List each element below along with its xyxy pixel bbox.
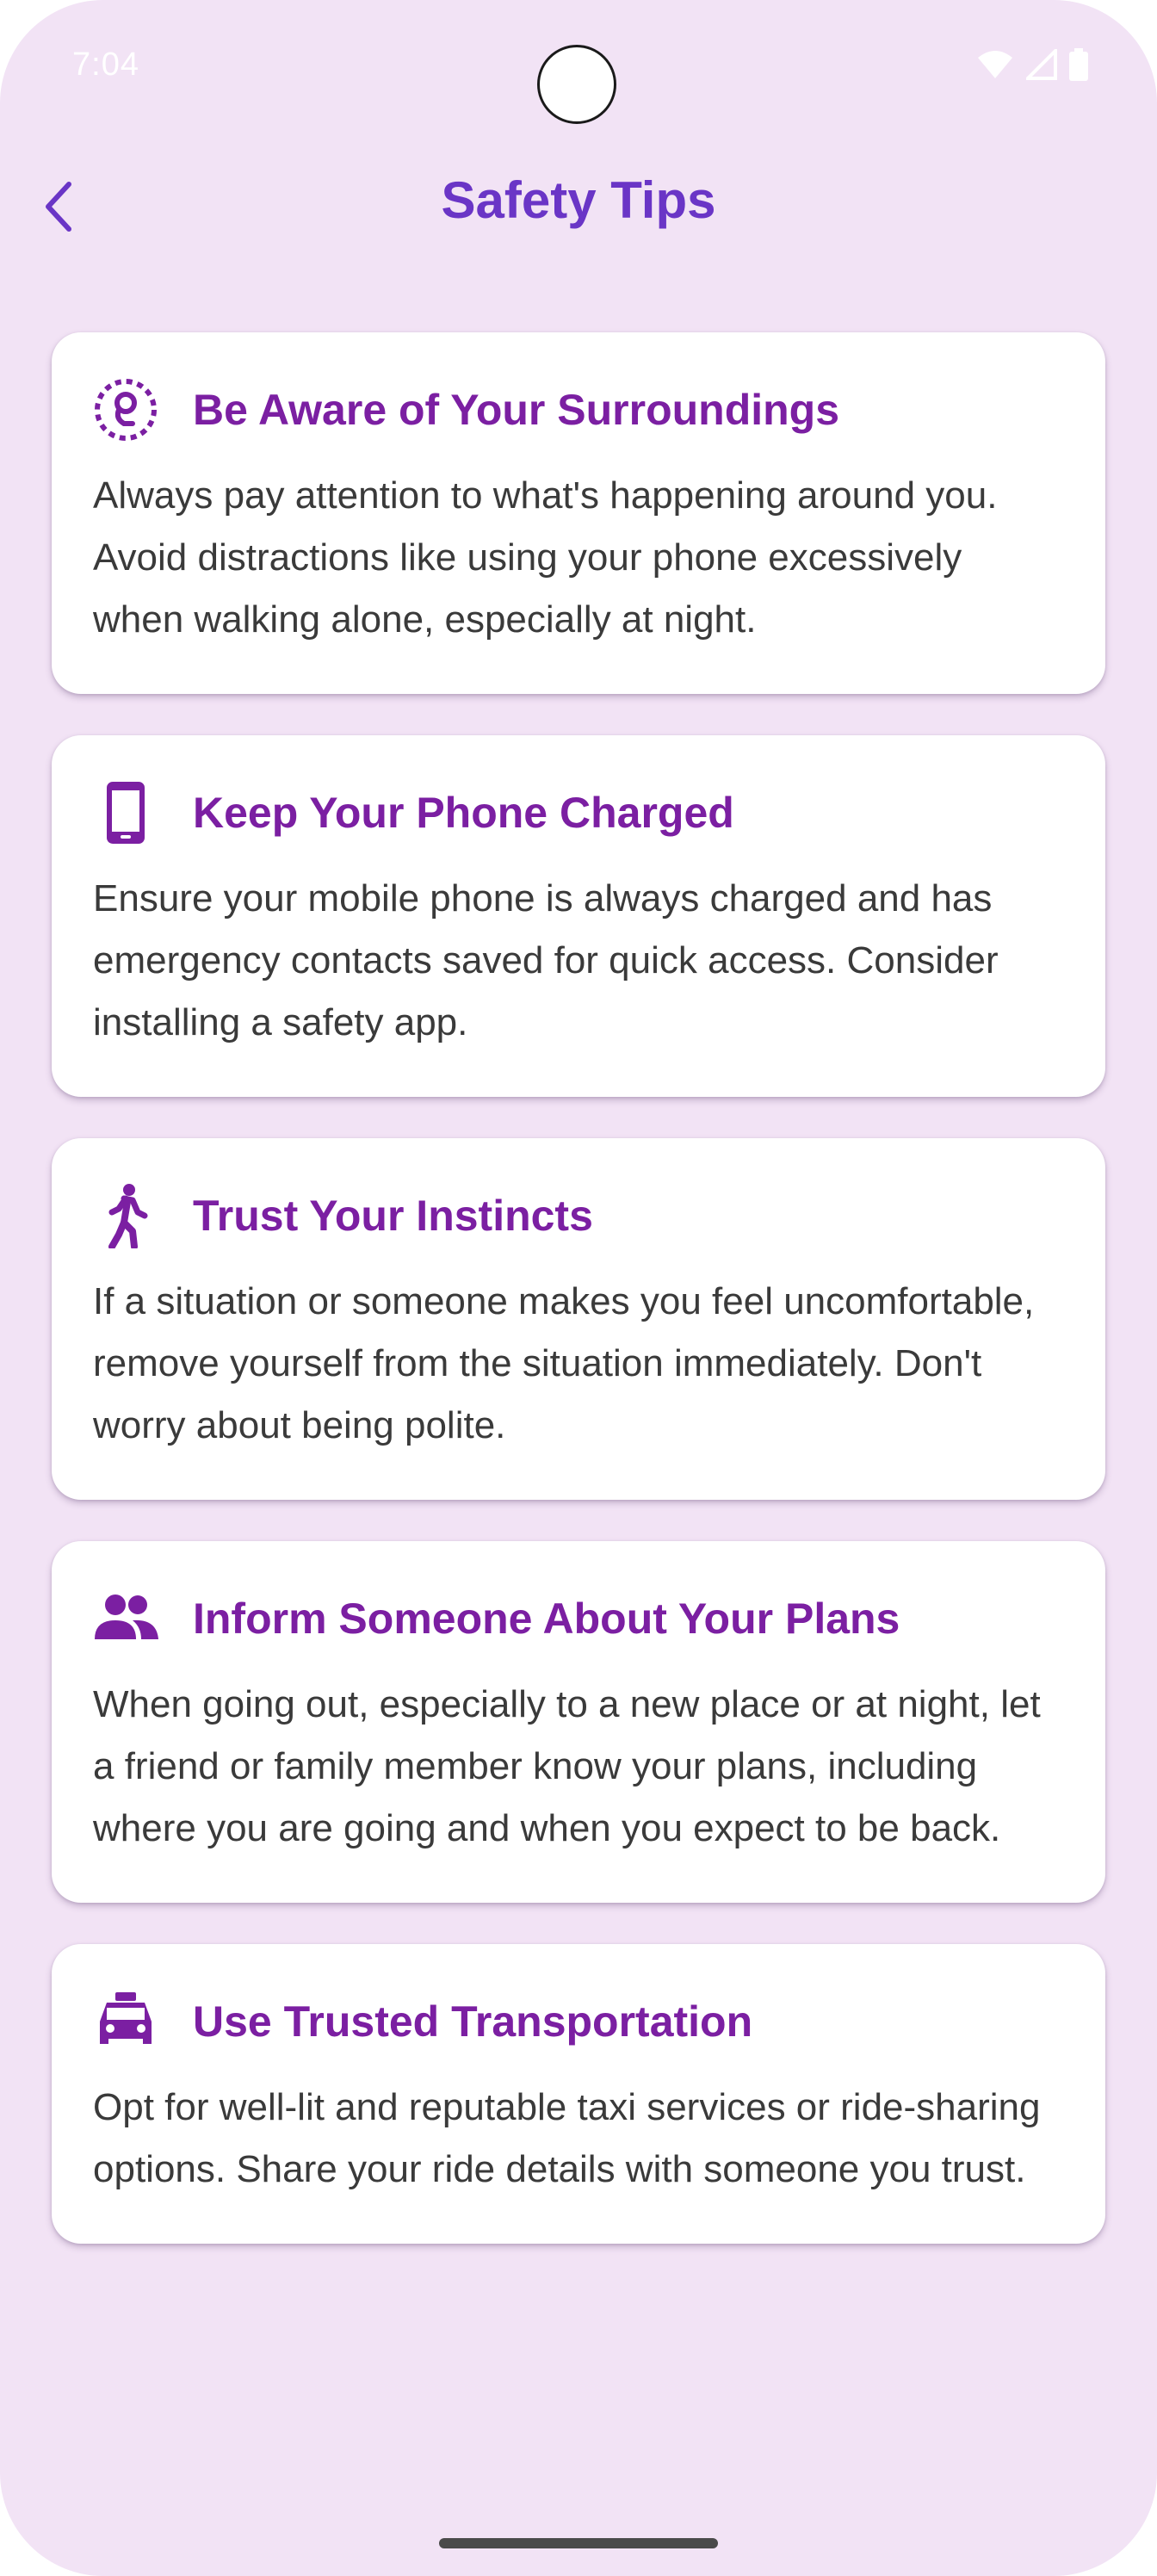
tip-body: Ensure your mobile phone is always charg… [93, 877, 999, 1043]
tip-card-phone: Keep Your Phone Charged Ensure your mobi… [52, 735, 1105, 1097]
battery-icon [1069, 48, 1088, 81]
tips-list[interactable]: Be Aware of Your Surroundings Always pay… [52, 332, 1105, 2285]
tip-card-inform: Inform Someone About Your Plans When goi… [52, 1541, 1105, 1903]
walking-person-icon [93, 1183, 158, 1248]
tip-card-header: Trust Your Instincts [93, 1183, 1064, 1248]
phone-screen: 7:04 Safety Tips Be Aware of Your Surrou… [0, 0, 1157, 2576]
status-time: 7:04 [72, 46, 139, 83]
tip-title: Keep Your Phone Charged [193, 789, 734, 837]
tip-body: When going out, especially to a new plac… [93, 1683, 1041, 1849]
tip-card-instincts: Trust Your Instincts If a situation or s… [52, 1138, 1105, 1500]
tip-title: Trust Your Instincts [193, 1192, 593, 1240]
tip-card-header: Be Aware of Your Surroundings [93, 377, 1064, 443]
home-indicator[interactable] [439, 2538, 718, 2548]
tip-card-header: Use Trusted Transportation [93, 1989, 1064, 2054]
surroundings-icon [93, 377, 158, 443]
tip-title: Inform Someone About Your Plans [193, 1595, 900, 1643]
status-icons [976, 48, 1088, 81]
tip-title: Use Trusted Transportation [193, 1997, 753, 2046]
tip-body: Always pay attention to what's happening… [93, 474, 998, 641]
wifi-icon [978, 51, 1012, 78]
cell-signal-icon [1026, 49, 1057, 80]
tip-body: Opt for well-lit and reputable taxi serv… [93, 2086, 1041, 2190]
taxi-icon [93, 1989, 158, 2054]
camera-cutout [537, 45, 616, 124]
tip-card-header: Keep Your Phone Charged [93, 780, 1064, 845]
people-icon [93, 1586, 158, 1651]
page-title: Safety Tips [441, 171, 716, 229]
tip-body: If a situation or someone makes you feel… [93, 1280, 1035, 1446]
tip-card-transport: Use Trusted Transportation Opt for well-… [52, 1944, 1105, 2244]
tip-title: Be Aware of Your Surroundings [193, 386, 840, 434]
phone-icon [93, 780, 158, 845]
tip-card-surroundings: Be Aware of Your Surroundings Always pay… [52, 332, 1105, 694]
tip-card-header: Inform Someone About Your Plans [93, 1586, 1064, 1651]
